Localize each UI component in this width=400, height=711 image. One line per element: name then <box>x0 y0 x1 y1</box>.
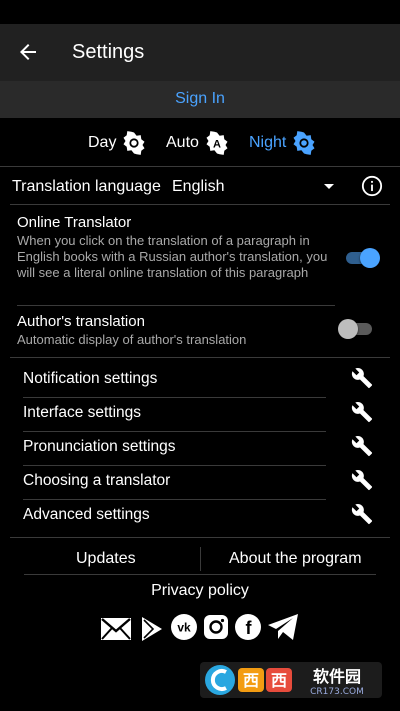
online-translator-description: When you click on the translation of a p… <box>17 233 328 280</box>
authors-translation-title: Author's translation <box>17 313 145 330</box>
watermark-logo-graphic: 西 西 软件园 CR173.COM <box>200 662 382 698</box>
theme-option-label: Night <box>249 134 287 151</box>
telegram-icon[interactable] <box>267 613 299 641</box>
menu-item-advanced-settings[interactable]: Advanced settings <box>23 500 378 534</box>
watermark-subtext: CR173.COM <box>310 687 364 697</box>
divider <box>17 305 335 306</box>
menu-item-notification-settings[interactable]: Notification settings <box>23 364 378 398</box>
menu-item-pronunciation-settings[interactable]: Pronunciation settings <box>23 432 378 466</box>
divider <box>10 357 390 358</box>
google-play-icon[interactable] <box>140 616 164 642</box>
online-translator-toggle[interactable] <box>344 248 380 268</box>
facebook-icon[interactable]: f <box>235 614 261 640</box>
arrow-back-icon[interactable] <box>16 40 40 64</box>
sign-in-bar[interactable]: Sign In <box>0 81 400 118</box>
menu-item-choosing-translator[interactable]: Choosing a translator <box>23 466 378 500</box>
divider <box>10 204 390 205</box>
divider <box>0 166 400 167</box>
menu-item-label: Advanced settings <box>23 506 150 523</box>
translation-language-select[interactable]: English <box>172 178 224 196</box>
sign-in-link[interactable]: Sign In <box>0 90 400 108</box>
svg-text:f: f <box>246 618 253 638</box>
wrench-icon <box>351 368 373 389</box>
toggle-thumb <box>338 319 358 339</box>
menu-item-label: Interface settings <box>23 404 142 421</box>
menu-item-label: Choosing a translator <box>23 472 171 489</box>
theme-option-night[interactable]: Night <box>249 130 316 156</box>
svg-text:vk: vk <box>177 621 191 635</box>
theme-option-day[interactable]: Day <box>88 130 146 156</box>
divider <box>24 574 376 575</box>
dropdown-caret-icon[interactable] <box>324 184 334 189</box>
theme-option-label: Auto <box>166 134 199 151</box>
wrench-icon <box>351 436 373 457</box>
sun-icon <box>293 131 315 155</box>
wrench-icon <box>351 402 373 423</box>
auto-brightness-icon: A <box>206 131 228 155</box>
vk-icon[interactable]: vk <box>171 614 197 640</box>
info-icon[interactable] <box>361 175 383 197</box>
translation-language-row: Translation language English <box>0 168 400 204</box>
menu-item-interface-settings[interactable]: Interface settings <box>23 398 378 432</box>
svg-text:A: A <box>213 139 221 151</box>
authors-translation-setting: Author's translation Automatic display o… <box>17 313 337 348</box>
app-bar: Settings <box>0 24 400 81</box>
updates-link[interactable]: Updates <box>76 550 136 568</box>
menu-item-label: Notification settings <box>23 370 158 387</box>
social-links: vk f <box>0 612 400 646</box>
instagram-icon[interactable] <box>203 614 229 640</box>
online-translator-setting: Online Translator When you click on the … <box>17 214 337 281</box>
mail-icon[interactable] <box>100 617 132 641</box>
theme-selector: Day Auto A Night <box>0 122 400 162</box>
theme-option-label: Day <box>88 134 117 151</box>
wrench-icon <box>351 504 373 525</box>
svg-text:西: 西 <box>243 671 259 690</box>
wrench-icon <box>351 470 373 491</box>
vertical-divider <box>200 547 201 571</box>
about-program-link[interactable]: About the program <box>229 550 362 568</box>
divider <box>10 537 390 538</box>
menu-item-label: Pronunciation settings <box>23 438 176 455</box>
page-title: Settings <box>72 41 145 63</box>
svg-text:西: 西 <box>271 671 287 690</box>
authors-translation-description: Automatic display of author's translatio… <box>17 332 247 347</box>
theme-option-auto[interactable]: Auto A <box>166 130 229 156</box>
online-translator-title: Online Translator <box>17 214 132 231</box>
watermark-logo: 西 西 软件园 CR173.COM <box>200 660 382 700</box>
sun-icon <box>123 131 145 155</box>
privacy-policy-link[interactable]: Privacy policy <box>0 582 400 600</box>
authors-translation-toggle[interactable] <box>338 319 374 339</box>
svg-text:软件园: 软件园 <box>313 667 361 686</box>
toggle-thumb <box>360 248 380 268</box>
translation-language-label: Translation language <box>12 178 161 195</box>
